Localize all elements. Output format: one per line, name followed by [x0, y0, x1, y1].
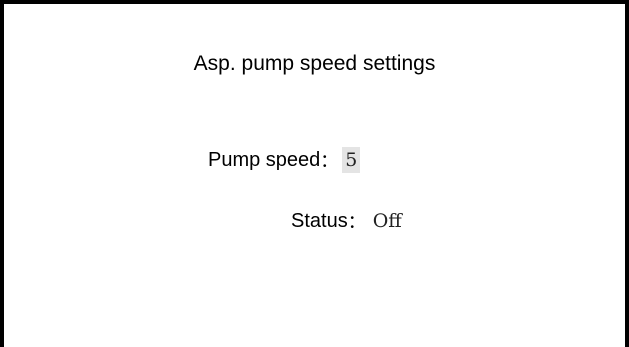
screen-title: Asp. pump speed settings — [193, 52, 436, 75]
settings-screen: Asp. pump speed settings Pump speed ： 5 … — [0, 0, 629, 347]
pump-speed-separator: ： — [320, 151, 339, 172]
pump-speed-row: Pump speed ： 5 — [208, 147, 361, 173]
status-row: Status ： Off — [291, 208, 405, 234]
pump-speed-value-field[interactable]: 5 — [342, 147, 361, 173]
status-separator: ： — [347, 212, 366, 233]
status-value: Off — [372, 210, 402, 232]
pump-speed-label: Pump speed — [208, 148, 321, 171]
status-label: Status — [291, 209, 348, 232]
